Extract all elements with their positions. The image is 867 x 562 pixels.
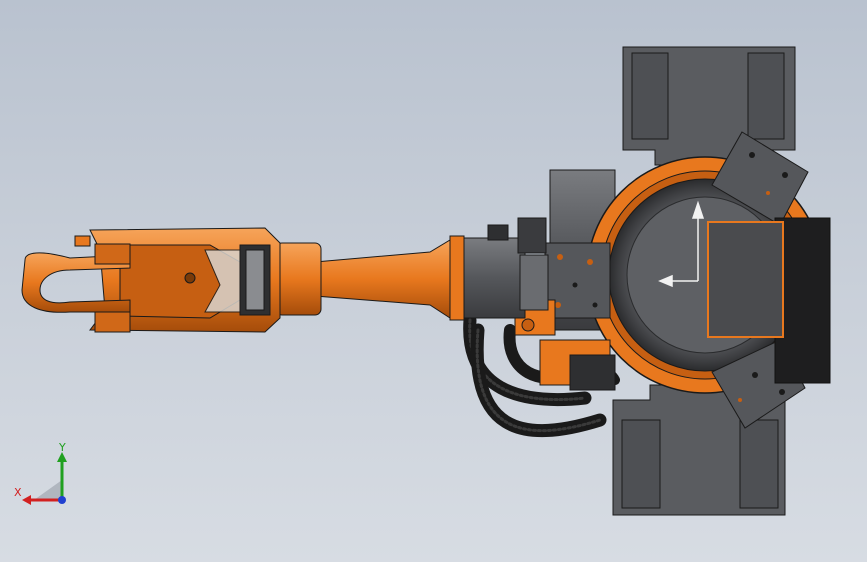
robot-model-drawing[interactable] bbox=[0, 0, 867, 562]
cad-viewport[interactable] bbox=[0, 0, 867, 562]
triad-axes bbox=[22, 452, 67, 505]
x-axis-label: X bbox=[14, 486, 22, 499]
y-axis-label: Y bbox=[59, 441, 66, 454]
base-plate-top bbox=[622, 46, 796, 166]
motor-housing bbox=[707, 221, 784, 338]
elbow-drive bbox=[449, 217, 549, 321]
coordinate-triad: X Y bbox=[14, 440, 84, 510]
forearm-tube bbox=[275, 239, 451, 319]
